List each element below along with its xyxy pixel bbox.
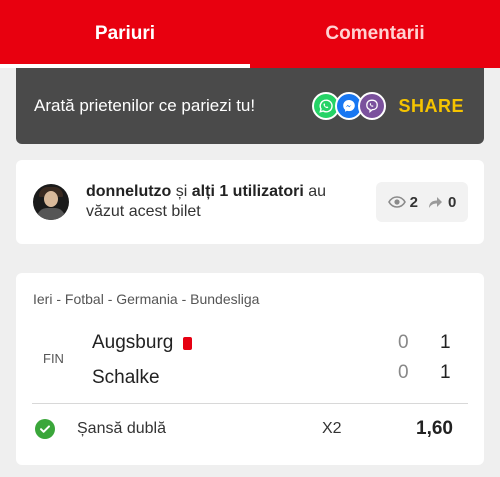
bet-selection: X2 [322, 420, 342, 437]
share-banner: Arată prietenilor ce pariezi tu! SHARE [16, 68, 484, 144]
match-status: FIN [43, 351, 64, 366]
home-score-ht: 0 [398, 332, 409, 353]
away-score-ft: 1 [440, 362, 451, 383]
shares-count: 0 [448, 193, 457, 211]
views-count: 2 [409, 193, 418, 211]
views-stat: 2 [387, 193, 418, 211]
viewers-text: donnelutzo și alți 1 utilizatori au văzu… [86, 182, 346, 222]
eye-icon [387, 196, 406, 208]
shares-stat: 0 [426, 194, 456, 211]
check-icon [35, 419, 55, 439]
match-card: Ieri - Fotbal - Germania - Bundesliga FI… [16, 273, 484, 465]
away-team: Schalke [92, 367, 160, 389]
share-icons [312, 92, 386, 120]
share-button[interactable]: SHARE [398, 96, 464, 117]
tab-bar: Pariuri Comentarii [0, 0, 500, 68]
share-prompt: Arată prietenilor ce pariezi tu! [34, 96, 256, 115]
tab-pariuri-label: Pariuri [94, 23, 156, 44]
bet-market: Șansă dublă [77, 420, 166, 437]
red-card-icon [183, 336, 193, 350]
tab-comentarii[interactable]: Comentarii [250, 0, 500, 68]
viewer-username[interactable]: donnelutzo [86, 183, 171, 200]
away-team-name: Schalke [92, 367, 160, 388]
share-arrow-icon [429, 197, 442, 208]
ticket-stats: 2 0 [376, 182, 468, 222]
bet-odds: 1,60 [416, 418, 453, 439]
tab-comentarii-label: Comentarii [325, 23, 425, 44]
viewers-others[interactable]: alți 1 utilizatori [192, 183, 304, 200]
tab-pariuri[interactable]: Pariuri [0, 0, 250, 68]
home-team: Augsburg [92, 332, 193, 354]
away-score-ht: 0 [398, 362, 409, 383]
viewers-and: și [171, 183, 192, 200]
divider [32, 403, 468, 404]
avatar[interactable] [33, 184, 69, 220]
viber-icon[interactable] [358, 92, 386, 120]
league-breadcrumb: Ieri - Fotbal - Germania - Bundesliga [33, 291, 260, 307]
viewers-card: donnelutzo și alți 1 utilizatori au văzu… [16, 160, 484, 244]
home-score-ft: 1 [440, 332, 451, 353]
home-team-name: Augsburg [92, 332, 174, 353]
